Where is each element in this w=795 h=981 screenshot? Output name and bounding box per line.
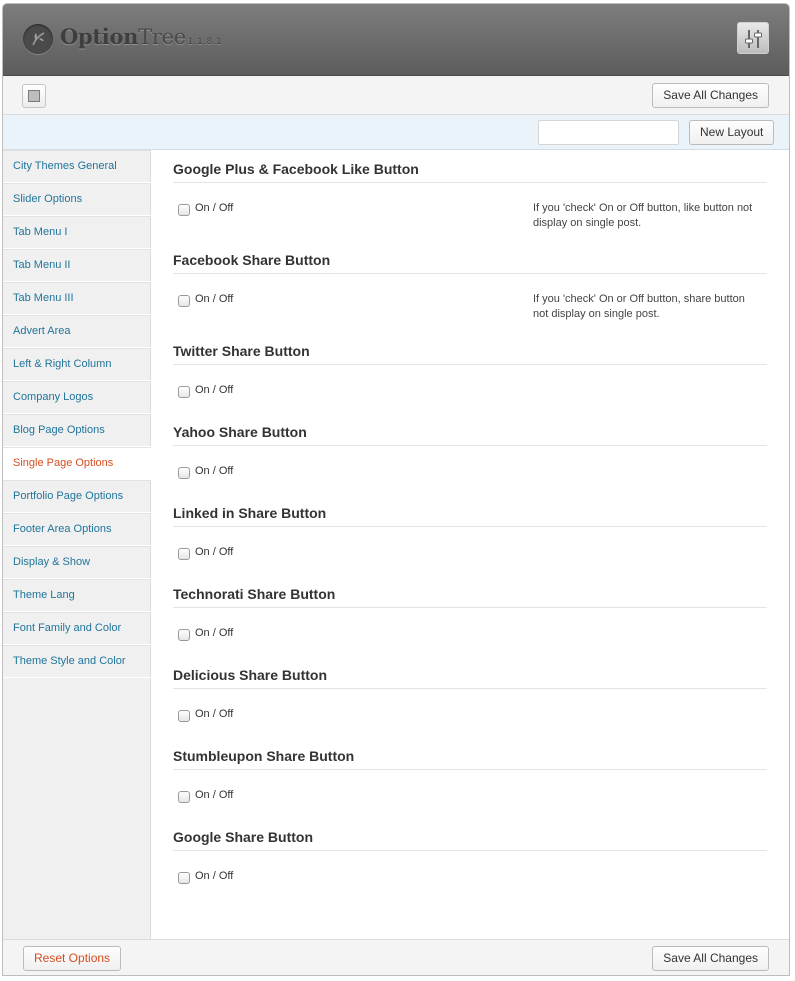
section-title: Yahoo Share Button [173, 413, 767, 446]
option-description: If you 'check' On or Off button, share b… [533, 293, 745, 320]
new-layout-button[interactable]: New Layout [689, 120, 775, 145]
option-label: On / Off [195, 870, 234, 882]
option-label: On / Off [195, 789, 234, 801]
sidebar-item-theme-style-color[interactable]: Theme Style and Color [3, 645, 151, 678]
option-section: Yahoo Share Button On / Off [173, 413, 767, 486]
footer-bar: Reset Options Save All Changes [3, 939, 789, 975]
options-content: Google Plus & Facebook Like Button On / … [151, 150, 789, 939]
option-label: On / Off [195, 465, 234, 477]
sidebar: City Themes General Slider Options Tab M… [3, 150, 152, 939]
option-section: Google Plus & Facebook Like Button On / … [173, 150, 767, 229]
option-section: Linked in Share Button On / Off [173, 494, 767, 567]
option-section: Google Share Button On / Off [173, 818, 767, 891]
option-section: Delicious Share Button On / Off [173, 656, 767, 729]
option-label: On / Off [195, 384, 234, 396]
on-off-checkbox[interactable] [178, 548, 190, 560]
sidebar-item-company-logos[interactable]: Company Logos [3, 381, 151, 414]
on-off-checkbox[interactable] [178, 386, 190, 398]
on-off-checkbox[interactable] [178, 295, 190, 307]
on-off-checkbox[interactable] [178, 204, 190, 216]
header: OptionTree 1.1.8.1 [3, 4, 789, 76]
section-title: Google Share Button [173, 818, 767, 851]
top-toolbar: Save All Changes [3, 76, 789, 115]
section-title: Delicious Share Button [173, 656, 767, 689]
sidebar-item-tab-menu-i[interactable]: Tab Menu I [3, 216, 151, 249]
sidebar-item-city-themes-general[interactable]: City Themes General [3, 150, 151, 183]
section-title: Google Plus & Facebook Like Button [173, 150, 767, 183]
sidebar-item-single-page-options[interactable]: Single Page Options [3, 447, 152, 480]
section-title: Technorati Share Button [173, 575, 767, 608]
option-label: On / Off [195, 627, 234, 639]
sidebar-item-tab-menu-iii[interactable]: Tab Menu III [3, 282, 151, 315]
save-all-changes-button-footer[interactable]: Save All Changes [652, 946, 769, 971]
options-panel: OptionTree 1.1.8.1 Save All Changes New L… [2, 3, 790, 976]
section-title: Linked in Share Button [173, 494, 767, 527]
sidebar-item-slider-options[interactable]: Slider Options [3, 183, 151, 216]
option-section: Stumbleupon Share Button On / Off [173, 737, 767, 810]
sidebar-item-theme-lang[interactable]: Theme Lang [3, 579, 151, 612]
option-section: Twitter Share Button On / Off [173, 332, 767, 405]
section-title: Stumbleupon Share Button [173, 737, 767, 770]
option-label: On / Off [195, 293, 234, 305]
layout-bar: New Layout [3, 115, 789, 150]
option-label: On / Off [195, 202, 234, 214]
sidebar-item-font-family-color[interactable]: Font Family and Color [3, 612, 151, 645]
reset-options-button[interactable]: Reset Options [23, 946, 122, 971]
layout-name-input[interactable] [538, 120, 679, 145]
on-off-checkbox[interactable] [178, 872, 190, 884]
on-off-checkbox[interactable] [178, 467, 190, 479]
sidebar-item-left-right-column[interactable]: Left & Right Column [3, 348, 151, 381]
version-label: 1.1.8.1 [187, 36, 223, 46]
sidebar-item-tab-menu-ii[interactable]: Tab Menu II [3, 249, 151, 282]
sidebar-item-blog-page-options[interactable]: Blog Page Options [3, 414, 151, 447]
section-title: Facebook Share Button [173, 241, 767, 274]
document-icon[interactable] [22, 84, 46, 108]
sidebar-item-portfolio-page-options[interactable]: Portfolio Page Options [3, 480, 151, 513]
leaf-icon [23, 24, 53, 54]
option-description: If you 'check' On or Off button, like bu… [533, 202, 753, 229]
option-label: On / Off [195, 546, 234, 558]
on-off-checkbox[interactable] [178, 791, 190, 803]
on-off-checkbox[interactable] [178, 629, 190, 641]
sliders-icon[interactable] [737, 22, 769, 54]
save-all-changes-button[interactable]: Save All Changes [652, 83, 769, 108]
sidebar-item-advert-area[interactable]: Advert Area [3, 315, 151, 348]
sidebar-item-display-show[interactable]: Display & Show [3, 546, 151, 579]
option-section: Facebook Share Button On / Off If you 'c… [173, 241, 767, 320]
option-section: Technorati Share Button On / Off [173, 575, 767, 648]
on-off-checkbox[interactable] [178, 710, 190, 722]
option-label: On / Off [195, 708, 234, 720]
brand-logo: OptionTree 1.1.8.1 [60, 24, 223, 49]
sidebar-item-footer-area-options[interactable]: Footer Area Options [3, 513, 151, 546]
section-title: Twitter Share Button [173, 332, 767, 365]
